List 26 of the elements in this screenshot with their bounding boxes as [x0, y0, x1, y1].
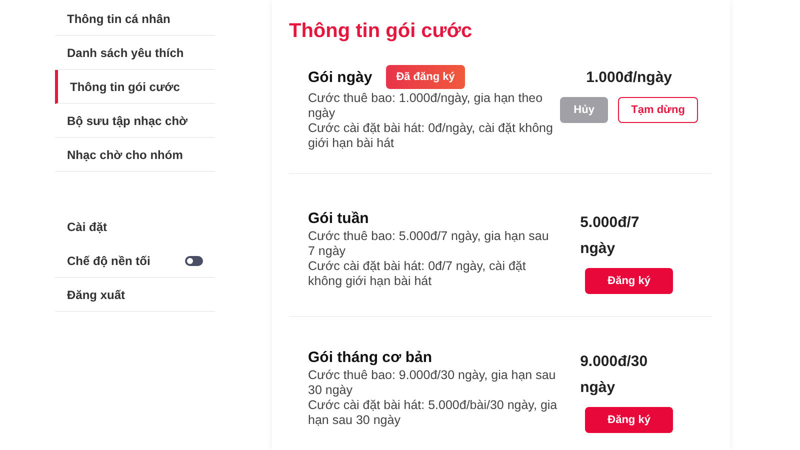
toggle-label: Chế độ nền tối — [67, 254, 150, 268]
status-badge: Đã đăng ký — [386, 65, 465, 89]
package-price: 9.000đ/30 ngày — [580, 352, 649, 398]
sidebar-item[interactable]: Thông tin cá nhân — [55, 2, 215, 36]
package-name: Gói tuần — [308, 210, 369, 227]
page-title: Thông tin gói cước — [289, 20, 474, 43]
sidebar-item[interactable]: Bộ sưu tập nhạc chờ — [55, 104, 215, 138]
package-price: 1.000đ/ngày — [586, 68, 672, 88]
register-button[interactable]: Đăng ký — [585, 268, 674, 294]
package-description: Cước cài đặt bài hát: 0đ/7 ngày, cài đặt không giới hạn bài hát — [308, 259, 527, 289]
package-name: Gói tháng cơ bản — [308, 349, 432, 366]
pause-button[interactable]: Tạm dừng — [618, 97, 698, 123]
package-description: Cước thuê bao: 9.000đ/30 ngày, gia hạn sau 30 ngày — [308, 368, 557, 398]
sidebar-item[interactable]: Nhạc chờ cho nhóm — [55, 138, 215, 172]
package-description: Cước thuê bao: 5.000đ/7 ngày, gia hạn sau 7 ngày — [308, 229, 550, 259]
sidebar-item[interactable]: Danh sách yêu thích — [55, 36, 215, 70]
toggle-switch[interactable] — [185, 256, 203, 266]
package-description: Cước cài đặt bài hát: 5.000đ/bài/30 ngày, gia hạn sau 30 ngày — [308, 398, 558, 428]
package-description: Cước thuê bao: 1.000đ/ngày, gia hạn theo ngày — [308, 91, 544, 121]
sidebar-item[interactable]: Thông tin gói cước — [55, 70, 215, 104]
register-button[interactable]: Đăng ký — [585, 407, 674, 433]
sidebar-item[interactable]: Đăng xuất — [55, 278, 215, 312]
package-description: Cước cài đặt bài hát: 0đ/ngày, cài đặt không giới hạn bài hát — [308, 121, 554, 151]
package-name: Gói ngày — [308, 68, 372, 86]
package-price: 5.000đ/7 ngày — [580, 213, 640, 259]
sidebar-item[interactable]: Cài đặt — [55, 210, 215, 244]
